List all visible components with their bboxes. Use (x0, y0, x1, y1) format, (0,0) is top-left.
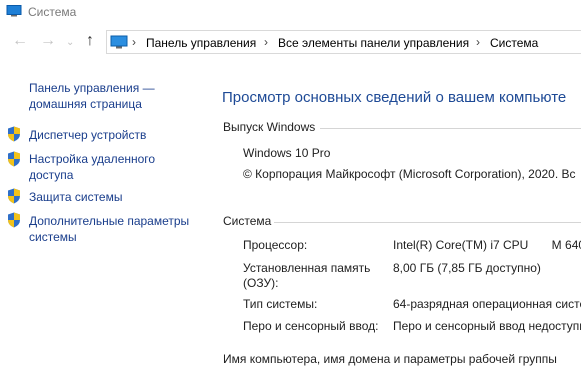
shield-icon (8, 188, 20, 204)
pen-touch-label: Перо и сенсорный ввод: (243, 319, 379, 333)
up-arrow-icon[interactable]: ↑ (86, 32, 94, 50)
back-arrow-icon[interactable]: ← (12, 32, 28, 50)
processor-value: Intel(R) Core(TM) i7 CPU M 640 (393, 238, 581, 252)
breadcrumb-chevron-icon[interactable]: › (132, 35, 136, 49)
memory-label: Установленная память (243, 261, 371, 275)
sidebar-item-label: доступа (29, 168, 74, 182)
page-title: Просмотр основных сведений о вашем компь… (222, 89, 567, 106)
sidebar-item-label: Диспетчер устройств (29, 128, 147, 142)
window-title: Система (28, 5, 77, 19)
title-bar (0, 0, 581, 24)
breadcrumb-chevron-icon[interactable]: › (476, 35, 480, 49)
section-header-system: Система (223, 214, 272, 228)
sidebar-item-advanced-settings[interactable]: Дополнительные параметры системы (29, 213, 189, 245)
sidebar-item-label: Защита системы (29, 190, 123, 204)
memory-value: 8,00 ГБ (7,85 ГБ доступно) (393, 261, 541, 275)
control-panel-icon (110, 35, 128, 49)
breadcrumb-system[interactable]: Система (490, 36, 538, 50)
windows-edition-name: Windows 10 Pro (243, 146, 331, 160)
section-divider (320, 128, 581, 129)
section-header-computer-name: Имя компьютера, имя домена и параметры р… (223, 352, 557, 366)
sidebar-item-system-protection[interactable]: Защита системы (29, 189, 122, 205)
recent-locations-chevron-icon[interactable]: ⌄ (66, 37, 74, 48)
breadcrumb-all-items[interactable]: Все элементы панели управления (278, 36, 469, 50)
sidebar-item-label: Настройка удаленного (29, 152, 156, 166)
section-divider (274, 222, 581, 223)
sidebar-item-label: системы (29, 230, 77, 244)
pen-touch-value: Перо и сенсорный ввод недоступн (393, 319, 581, 333)
breadcrumb-chevron-icon[interactable]: › (264, 35, 268, 49)
system-type-label: Тип системы: (243, 297, 318, 311)
shield-icon (8, 126, 20, 142)
section-header-edition: Выпуск Windows (223, 120, 316, 134)
copyright-text: © Корпорация Майкрософт (Microsoft Corpo… (243, 167, 576, 181)
sidebar-item-label: Дополнительные параметры (29, 214, 190, 228)
shield-icon (8, 212, 20, 228)
memory-label-line2: (ОЗУ): (243, 276, 279, 290)
forward-arrow-icon[interactable]: → (40, 32, 56, 50)
breadcrumb-control-panel[interactable]: Панель управления (146, 36, 256, 50)
computer-icon (6, 5, 22, 17)
sidebar-item-device-manager[interactable]: Диспетчер устройств (29, 127, 146, 143)
sidebar-home-label-line1: Панель управления — (29, 81, 155, 95)
sidebar-home-link[interactable]: Панель управления — домашняя страница (29, 80, 155, 112)
system-type-value: 64-разрядная операционная систе (393, 297, 581, 311)
sidebar-item-remote-settings[interactable]: Настройка удаленного доступа (29, 151, 155, 183)
sidebar-home-label-line2: домашняя страница (29, 97, 142, 111)
processor-label: Процессор: (243, 238, 308, 252)
shield-icon (8, 151, 20, 167)
